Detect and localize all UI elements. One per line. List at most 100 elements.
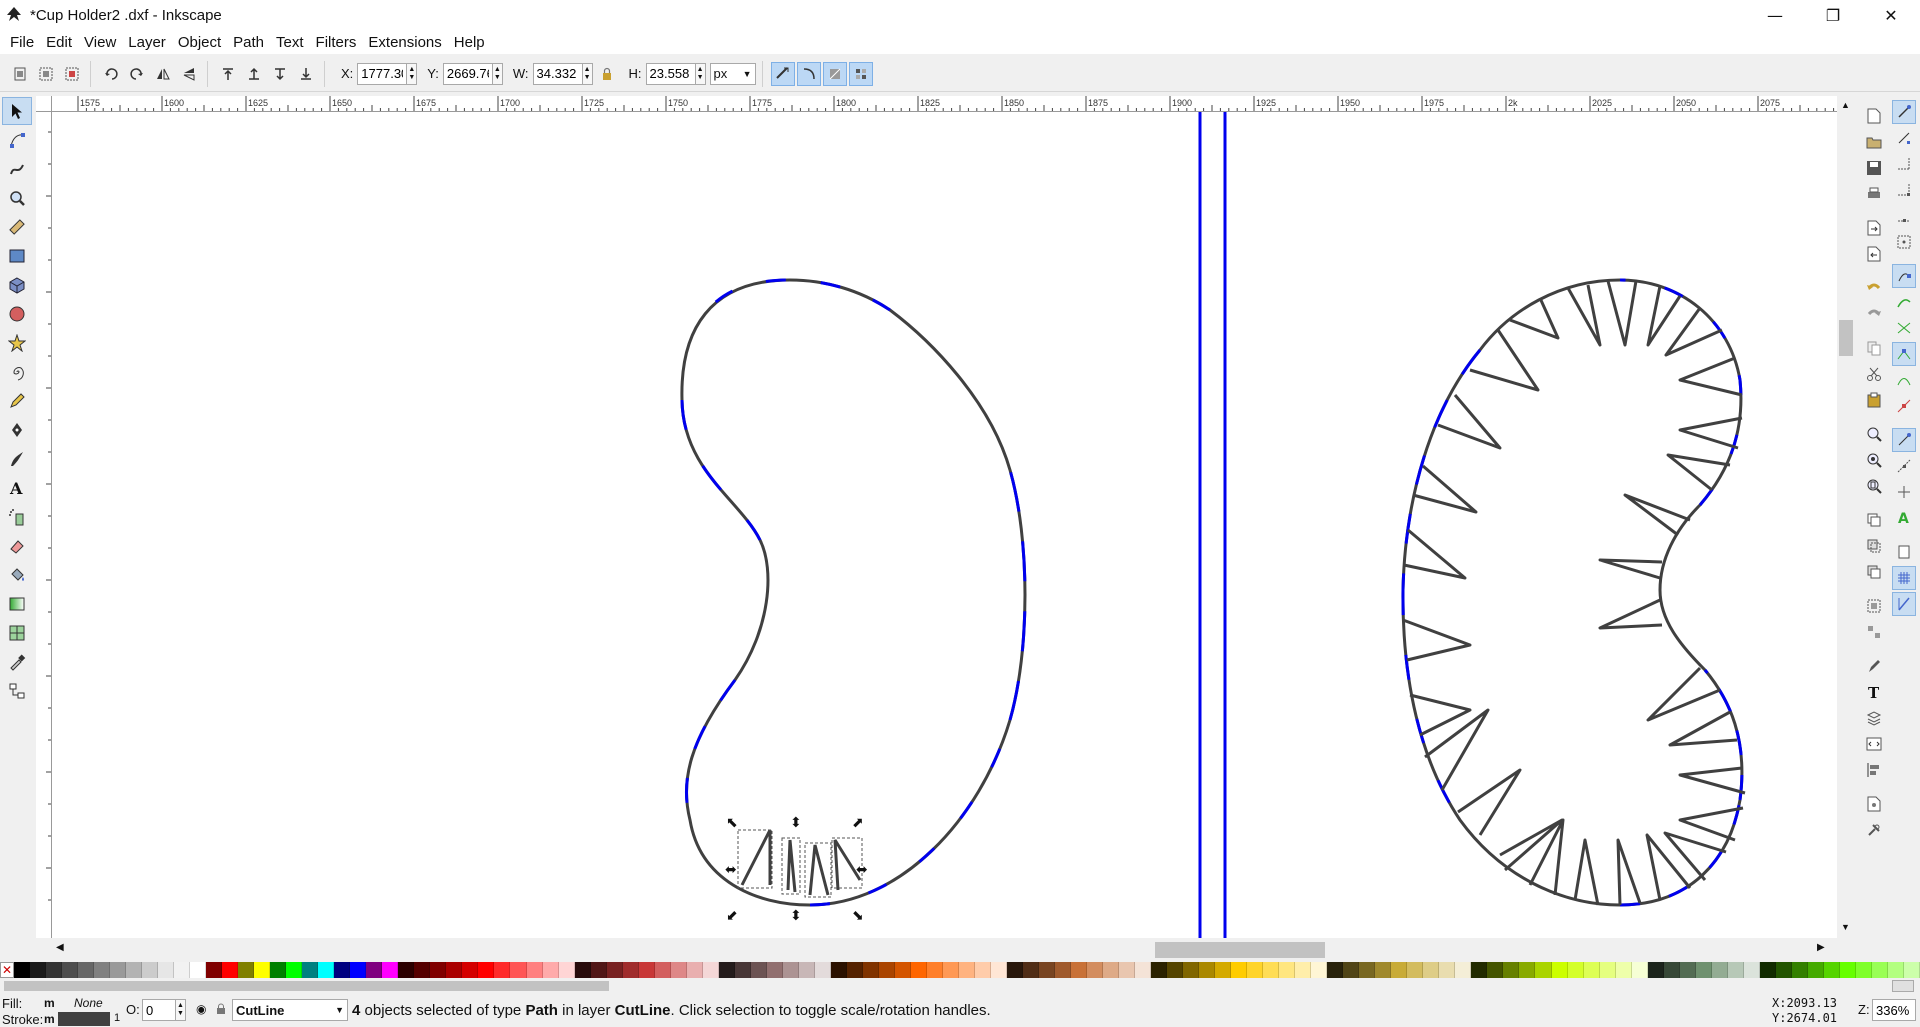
tweak-tool-icon[interactable] (2, 155, 32, 183)
color-swatch[interactable] (414, 962, 431, 978)
snap-bbox-midpoints-icon[interactable] (1892, 204, 1916, 228)
zoom-selection-icon[interactable] (1862, 422, 1886, 446)
color-swatch[interactable] (1343, 962, 1360, 978)
color-swatch[interactable] (734, 962, 751, 978)
color-palette[interactable]: ✕ (0, 962, 1920, 978)
menu-edit[interactable]: Edit (40, 34, 78, 51)
measure-tool-icon[interactable] (2, 213, 32, 241)
color-swatch[interactable] (670, 962, 687, 978)
color-swatch[interactable] (862, 962, 879, 978)
color-swatch[interactable] (1823, 962, 1840, 978)
snap-cusp-nodes-icon[interactable] (1892, 342, 1916, 366)
layer-select[interactable]: CutLine ▼ (232, 999, 348, 1021)
color-swatch[interactable] (1487, 962, 1504, 978)
x-field[interactable] (357, 62, 408, 85)
color-swatch[interactable] (1695, 962, 1712, 978)
color-swatch[interactable] (1615, 962, 1632, 978)
raise-to-top-icon[interactable] (216, 62, 240, 86)
color-swatch[interactable] (142, 962, 159, 978)
connector-tool-icon[interactable] (2, 677, 32, 705)
color-swatch[interactable] (1455, 962, 1472, 978)
color-swatch[interactable] (622, 962, 639, 978)
color-swatch[interactable] (1711, 962, 1728, 978)
color-swatch[interactable] (1119, 962, 1136, 978)
vertical-scroll-thumb[interactable] (1839, 320, 1853, 356)
export-icon[interactable] (1862, 242, 1886, 266)
lower-to-bottom-icon[interactable] (294, 62, 318, 86)
minimize-button[interactable]: — (1746, 0, 1804, 30)
snap-text-baseline-icon[interactable]: A (1892, 506, 1916, 530)
color-swatch[interactable] (798, 962, 815, 978)
snap-page-border-icon[interactable] (1892, 540, 1916, 564)
color-swatch[interactable] (1199, 962, 1216, 978)
color-swatch[interactable] (1022, 962, 1039, 978)
zoom-field[interactable] (1872, 999, 1916, 1021)
color-swatch[interactable] (94, 962, 111, 978)
y-field[interactable] (442, 62, 493, 85)
snap-rotation-center-icon[interactable] (1892, 480, 1916, 504)
color-swatch[interactable] (158, 962, 175, 978)
color-swatch[interactable] (590, 962, 607, 978)
rectangle-tool-icon[interactable] (2, 242, 32, 270)
palette-menu-button[interactable] (1892, 980, 1914, 992)
color-swatch[interactable] (1679, 962, 1696, 978)
color-swatch[interactable] (1055, 962, 1072, 978)
duplicate-icon[interactable] (1862, 508, 1886, 532)
color-swatch[interactable] (270, 962, 287, 978)
dropper-tool-icon[interactable] (2, 648, 32, 676)
color-swatch[interactable] (462, 962, 479, 978)
color-swatch[interactable] (1887, 962, 1904, 978)
color-swatch[interactable] (878, 962, 895, 978)
select-all-layers-icon[interactable] (34, 62, 58, 86)
selector-tool-icon[interactable] (2, 97, 32, 125)
scroll-left-icon[interactable]: ◀ (56, 942, 64, 953)
color-swatch[interactable] (926, 962, 943, 978)
color-swatch[interactable] (1135, 962, 1152, 978)
width-spinner[interactable]: ▲ ▼ (582, 62, 593, 85)
opacity-spinner[interactable]: ▲ ▼ (176, 999, 186, 1021)
color-swatch[interactable] (702, 962, 719, 978)
lock-icon[interactable] (595, 62, 619, 86)
color-swatch[interactable] (1375, 962, 1392, 978)
color-swatch[interactable] (1791, 962, 1808, 978)
color-swatch[interactable] (1183, 962, 1200, 978)
text-font-icon[interactable]: T (1862, 680, 1886, 704)
layers-icon[interactable] (1862, 706, 1886, 730)
color-swatch[interactable] (1407, 962, 1424, 978)
menu-filters[interactable]: Filters (310, 34, 363, 51)
x-spinner[interactable]: ▲ ▼ (407, 62, 418, 85)
menu-help[interactable]: Help (448, 34, 491, 51)
mesh-tool-icon[interactable] (2, 619, 32, 647)
color-swatch[interactable] (254, 962, 271, 978)
scale-handles[interactable]: ⬉ ⬍ ⬈ ⬌ ⬌ ⬋ ⬍ ⬊ (725, 815, 868, 924)
snap-line-midpoints-icon[interactable] (1892, 394, 1916, 418)
color-swatch[interactable] (1839, 962, 1856, 978)
color-swatch[interactable] (110, 962, 127, 978)
color-swatch[interactable] (830, 962, 847, 978)
color-swatch[interactable] (478, 962, 495, 978)
zoom-drawing-icon[interactable] (1862, 448, 1886, 472)
color-swatch[interactable] (1087, 962, 1104, 978)
color-swatch[interactable] (350, 962, 367, 978)
color-swatch[interactable] (1247, 962, 1264, 978)
fill-indicator[interactable]: m (44, 996, 55, 1010)
color-swatch[interactable] (1727, 962, 1744, 978)
snap-bbox-corners-icon[interactable] (1892, 178, 1916, 202)
snap-enable-icon[interactable] (1892, 100, 1916, 124)
vertical-ruler[interactable] (36, 112, 52, 938)
kidney-zigzag-right[interactable] (1401, 278, 1746, 907)
selected-zigzag[interactable] (740, 829, 862, 896)
color-swatch[interactable] (1439, 962, 1456, 978)
snap-guides-icon[interactable] (1892, 592, 1916, 616)
color-swatch[interactable] (1006, 962, 1023, 978)
color-swatch[interactable] (1503, 962, 1520, 978)
snap-bbox-center-icon[interactable] (1892, 230, 1916, 254)
color-swatch[interactable] (334, 962, 351, 978)
menu-object[interactable]: Object (172, 34, 227, 51)
color-swatch[interactable] (958, 962, 975, 978)
color-swatch[interactable] (1903, 962, 1920, 978)
scale-corners-icon[interactable] (796, 61, 821, 86)
paste-icon[interactable] (1862, 388, 1886, 412)
color-swatch[interactable] (990, 962, 1007, 978)
group-icon[interactable] (1862, 594, 1886, 618)
